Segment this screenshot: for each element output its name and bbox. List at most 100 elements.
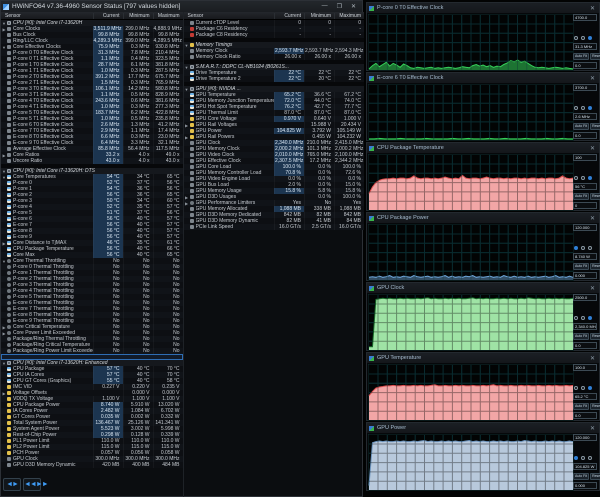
- auto-fit-button[interactable]: Auto Fit: [573, 123, 590, 130]
- reset-button[interactable]: Reset: [590, 53, 600, 60]
- expand-arrow-icon[interactable]: ▶: [184, 195, 190, 200]
- graph-close-icon[interactable]: ✕: [588, 355, 597, 362]
- sensor-icon: [7, 159, 11, 163]
- close-button[interactable]: ✕: [351, 3, 356, 10]
- color-radio-icon[interactable]: [574, 36, 578, 40]
- sensor-label: GPU D3D Memory Dynamic: [13, 462, 76, 468]
- reset-button[interactable]: Reset: [590, 123, 600, 130]
- reset-button[interactable]: Reset: [590, 193, 600, 200]
- graph-close-icon[interactable]: ✕: [588, 215, 597, 222]
- sensor-row[interactable]: Package/Ring Power Limit Exceeded No No No: [1, 348, 183, 354]
- auto-fit-button[interactable]: Auto Fit: [573, 403, 590, 410]
- graph-titlebar[interactable]: P-core 0 T0 Effective Clock ✕: [367, 3, 599, 13]
- color-radio-icon[interactable]: [574, 316, 578, 320]
- window-titlebar[interactable]: HWiNFO64 v7.36-4960 Sensor Status [797 v…: [1, 1, 362, 12]
- color-radio-icon[interactable]: [581, 106, 585, 110]
- color-radio-icon[interactable]: [588, 36, 592, 40]
- column-header[interactable]: Sensor Current Minimum Maximum: [1, 12, 183, 20]
- collapse-columns-button[interactable]: ◄◄►►: [23, 478, 49, 491]
- auto-fit-button[interactable]: Auto Fit: [573, 333, 590, 340]
- expand-arrow-icon[interactable]: ▶: [184, 123, 190, 128]
- graph-titlebar[interactable]: GPU Power ✕: [367, 423, 599, 433]
- header-maximum[interactable]: Maximum: [334, 12, 364, 19]
- reset-button[interactable]: Reset: [590, 473, 600, 480]
- color-radio-icon[interactable]: [588, 106, 592, 110]
- sensor-row[interactable]: Uncore Ratio 43.0 x 4.0 x 43.0 x: [1, 158, 183, 164]
- graph-close-icon[interactable]: ✕: [588, 285, 597, 292]
- sensor-row[interactable]: Package C8 Residency - - -: [183, 32, 364, 38]
- graph-close-icon[interactable]: ✕: [588, 425, 597, 432]
- expand-arrow-icon[interactable]: ▼: [184, 87, 190, 92]
- graph-close-icon[interactable]: ✕: [588, 5, 597, 12]
- color-radio-icon[interactable]: [581, 316, 585, 320]
- graph-window: CPU Package Temperature ✕ 100 56 °C Auto…: [366, 142, 600, 211]
- color-radio-icon[interactable]: [588, 386, 592, 390]
- expand-arrow-icon[interactable]: ▼: [184, 65, 190, 70]
- graph-close-icon[interactable]: ✕: [588, 75, 597, 82]
- header-current[interactable]: Current: [274, 12, 304, 19]
- graph-close-icon[interactable]: ✕: [588, 145, 597, 152]
- color-radio-icon[interactable]: [574, 106, 578, 110]
- thermometer-icon: [189, 71, 194, 75]
- color-radio-icon[interactable]: [581, 386, 585, 390]
- minimize-button[interactable]: —: [322, 3, 328, 10]
- power-icon: [7, 415, 11, 419]
- graph-max-value: 3700.0: [573, 84, 597, 91]
- color-radio-icon[interactable]: [574, 386, 578, 390]
- power-icon: [189, 129, 194, 133]
- expand-columns-button[interactable]: ◄►: [3, 478, 21, 491]
- color-radio-icon[interactable]: [574, 246, 578, 250]
- expand-arrow-icon[interactable]: ▶: [184, 135, 190, 140]
- value-max: 22 °C: [334, 76, 364, 82]
- reset-button[interactable]: Reset: [590, 263, 600, 270]
- value-max: 26.00 x: [334, 54, 364, 60]
- expand-arrow-icon[interactable]: ▼: [184, 43, 190, 48]
- color-radio-icon[interactable]: [588, 316, 592, 320]
- status-dot-icon: [7, 331, 11, 335]
- header-current[interactable]: Current: [92, 12, 123, 19]
- column-header[interactable]: Sensor Current Minimum Maximum: [183, 12, 364, 20]
- sensor-icon: [7, 45, 11, 49]
- graph-titlebar[interactable]: CPU Package Power ✕: [367, 213, 599, 223]
- expand-arrow-icon[interactable]: ▶: [184, 201, 190, 206]
- chip-icon: [7, 21, 11, 25]
- color-radio-icon[interactable]: [574, 456, 578, 460]
- color-radio-icon[interactable]: [581, 36, 585, 40]
- graph-titlebar[interactable]: GPU Temperature ✕: [367, 353, 599, 363]
- auto-fit-button[interactable]: Auto Fit: [573, 473, 590, 480]
- maximize-button[interactable]: ❐: [337, 3, 342, 10]
- color-radio-icon[interactable]: [581, 456, 585, 460]
- color-radio-icon[interactable]: [581, 246, 585, 250]
- sensor-row[interactable]: PCIe Link Speed 16.0 GT/s 2.5 GT/s 16.0 GT/…: [183, 224, 364, 230]
- auto-fit-button[interactable]: Auto Fit: [573, 53, 590, 60]
- color-radio-icon[interactable]: [588, 456, 592, 460]
- graph-color-dots: [574, 386, 592, 390]
- sensor-icon: [7, 33, 11, 37]
- sensor-row[interactable]: GPU D3D Memory Dynamic 420 MB 400 MB 484 MB: [1, 462, 183, 468]
- sensor-icon: [189, 141, 194, 145]
- sensor-icon: [7, 75, 11, 79]
- auto-fit-button[interactable]: Auto Fit: [573, 193, 590, 200]
- reset-button[interactable]: Reset: [590, 403, 600, 410]
- header-minimum[interactable]: Minimum: [122, 12, 153, 19]
- status-dot-icon: [7, 289, 11, 293]
- header-sensor[interactable]: Sensor: [184, 13, 275, 19]
- header-maximum[interactable]: Maximum: [152, 12, 183, 19]
- color-radio-icon[interactable]: [581, 176, 585, 180]
- color-radio-icon[interactable]: [588, 246, 592, 250]
- value-cur: 104.825 W: [274, 128, 304, 134]
- sensor-row[interactable]: Drive Temperature 2 22 °C 20 °C 22 °C: [183, 76, 364, 82]
- color-radio-icon[interactable]: [574, 176, 578, 180]
- graph-icon: [369, 355, 374, 361]
- graph-titlebar[interactable]: CPU Package Temperature ✕: [367, 143, 599, 153]
- reset-button[interactable]: Reset: [590, 333, 600, 340]
- color-radio-icon[interactable]: [588, 176, 592, 180]
- graph-titlebar[interactable]: GPU Clock ✕: [367, 283, 599, 293]
- sensor-icon: [7, 153, 11, 157]
- sensor-icon: [7, 87, 11, 91]
- auto-fit-button[interactable]: Auto Fit: [573, 263, 590, 270]
- sensor-row[interactable]: Memory Clock Ratio 26.00 x 26.00 x 26.00 x: [183, 54, 364, 60]
- header-minimum[interactable]: Minimum: [304, 12, 334, 19]
- graph-titlebar[interactable]: E-core 6 T0 Effective Clock ✕: [367, 73, 599, 83]
- header-sensor[interactable]: Sensor: [1, 13, 93, 19]
